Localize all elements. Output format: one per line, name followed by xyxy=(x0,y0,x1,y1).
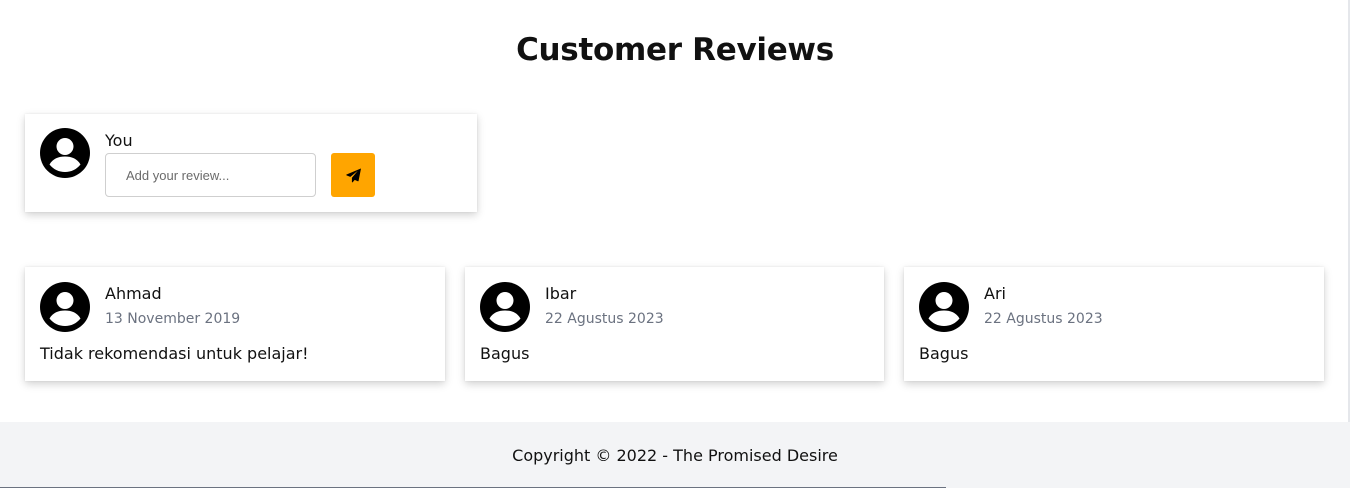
paper-plane-icon xyxy=(345,168,361,183)
send-review-button[interactable] xyxy=(331,153,375,197)
review-card: Ahmad 13 November 2019 Tidak rekomendasi… xyxy=(25,267,445,381)
page-title: Customer Reviews xyxy=(516,32,834,68)
review-date: 22 Agustus 2023 xyxy=(545,311,664,327)
reviewer-name: Ari xyxy=(984,284,1006,303)
reviewer-name: Ahmad xyxy=(105,284,162,303)
user-circle-icon xyxy=(40,282,90,332)
review-date: 22 Agustus 2023 xyxy=(984,311,1103,327)
review-card: Ari 22 Agustus 2023 Bagus xyxy=(904,267,1324,381)
footer: Copyright © 2022 - The Promised Desire xyxy=(0,422,1350,488)
copyright-text: Copyright © 2022 - The Promised Desire xyxy=(512,445,838,465)
review-input[interactable] xyxy=(105,153,316,197)
reviewer-name: Ibar xyxy=(545,284,577,303)
user-circle-icon xyxy=(40,128,90,178)
user-circle-icon xyxy=(480,282,530,332)
review-text: Bagus xyxy=(919,344,969,363)
user-circle-icon xyxy=(919,282,969,332)
add-review-card: You xyxy=(25,114,477,212)
current-user-label: You xyxy=(105,131,133,150)
review-card: Ibar 22 Agustus 2023 Bagus xyxy=(465,267,884,381)
review-text: Bagus xyxy=(480,344,530,363)
review-text: Tidak rekomendasi untuk pelajar! xyxy=(40,344,309,363)
review-date: 13 November 2019 xyxy=(105,311,241,327)
